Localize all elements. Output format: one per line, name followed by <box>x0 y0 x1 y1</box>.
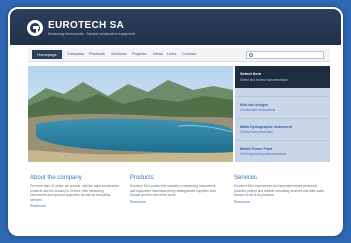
section-text: For more than 20 years, we provide, with… <box>30 184 120 202</box>
section-title: Products <box>130 175 154 181</box>
eurotech-logo-icon[interactable] <box>27 20 43 36</box>
section-services: Services Eurotech SA's experienced and s… <box>234 175 324 204</box>
sidebar-intro-title: Select item <box>240 71 262 76</box>
brand-name[interactable]: EUROTECH SA <box>48 20 124 31</box>
sidebar-item-title: Matlo Hydrographic instrument <box>240 125 292 129</box>
browser-frame: EUROTECH SA Measuring instruments - Spec… <box>8 7 343 236</box>
nav-services[interactable]: Services <box>111 51 126 56</box>
hero-image <box>28 66 233 162</box>
read-more-link[interactable]: Read more <box>130 200 220 204</box>
sidebar-item-subtitle: Civil engineering instrumentation <box>240 152 287 156</box>
sidebar-item-subtitle: Control instrumentation <box>240 130 273 134</box>
read-more-link[interactable]: Read more <box>234 200 324 204</box>
sidebar-item-title: Mini-sun bridges <box>240 103 268 107</box>
main-navigation: Homepage Company Products Services Proje… <box>28 48 330 62</box>
sidebar-item-2[interactable]: Matlo Hydrographic instrument Control in… <box>235 118 330 140</box>
section-title: Services <box>234 175 258 181</box>
nav-links[interactable]: Links <box>167 51 176 56</box>
sidebar-item-1[interactable]: Mini-sun bridges Construction instrument… <box>235 96 330 118</box>
nav-company[interactable]: Company <box>67 51 84 56</box>
section-text: Eurotech SA's product list consists of m… <box>130 184 217 198</box>
nav-products[interactable]: Products <box>89 51 105 56</box>
sidebar-intro[interactable]: Select item Select and review instrument… <box>235 66 330 88</box>
sidebar-item-title: Mobile Power Plant <box>240 147 273 151</box>
read-more-link[interactable]: Read more <box>30 204 120 208</box>
nav-contact[interactable]: Contact <box>182 51 196 56</box>
brand-tagline: Measuring instruments - Special construc… <box>48 32 136 36</box>
section-products: Products Eurotech SA's product list cons… <box>130 175 220 204</box>
nav-news[interactable]: News <box>153 51 163 56</box>
nav-homepage[interactable]: Homepage <box>32 50 62 59</box>
sidebar-item-3[interactable]: Mobile Power Plant Civil engineering ins… <box>235 140 330 162</box>
section-text: Eurotech SA's experienced and specially … <box>234 184 325 198</box>
section-about: About the company For more than 20 years… <box>30 175 120 208</box>
sidebar-item-subtitle: Construction instruments <box>240 108 276 112</box>
section-title: About the company <box>30 175 82 181</box>
lake-landscape-image <box>28 66 233 162</box>
nav-projects[interactable]: Projects <box>132 51 146 56</box>
feature-sidebar: Select item Select and review instrument… <box>235 66 330 162</box>
site-header: EUROTECH SA Measuring instruments - Spec… <box>10 9 341 45</box>
sidebar-intro-subtitle: Select and review instrumentation <box>240 78 288 82</box>
search-icon <box>249 53 253 57</box>
search-input[interactable] <box>246 51 324 59</box>
